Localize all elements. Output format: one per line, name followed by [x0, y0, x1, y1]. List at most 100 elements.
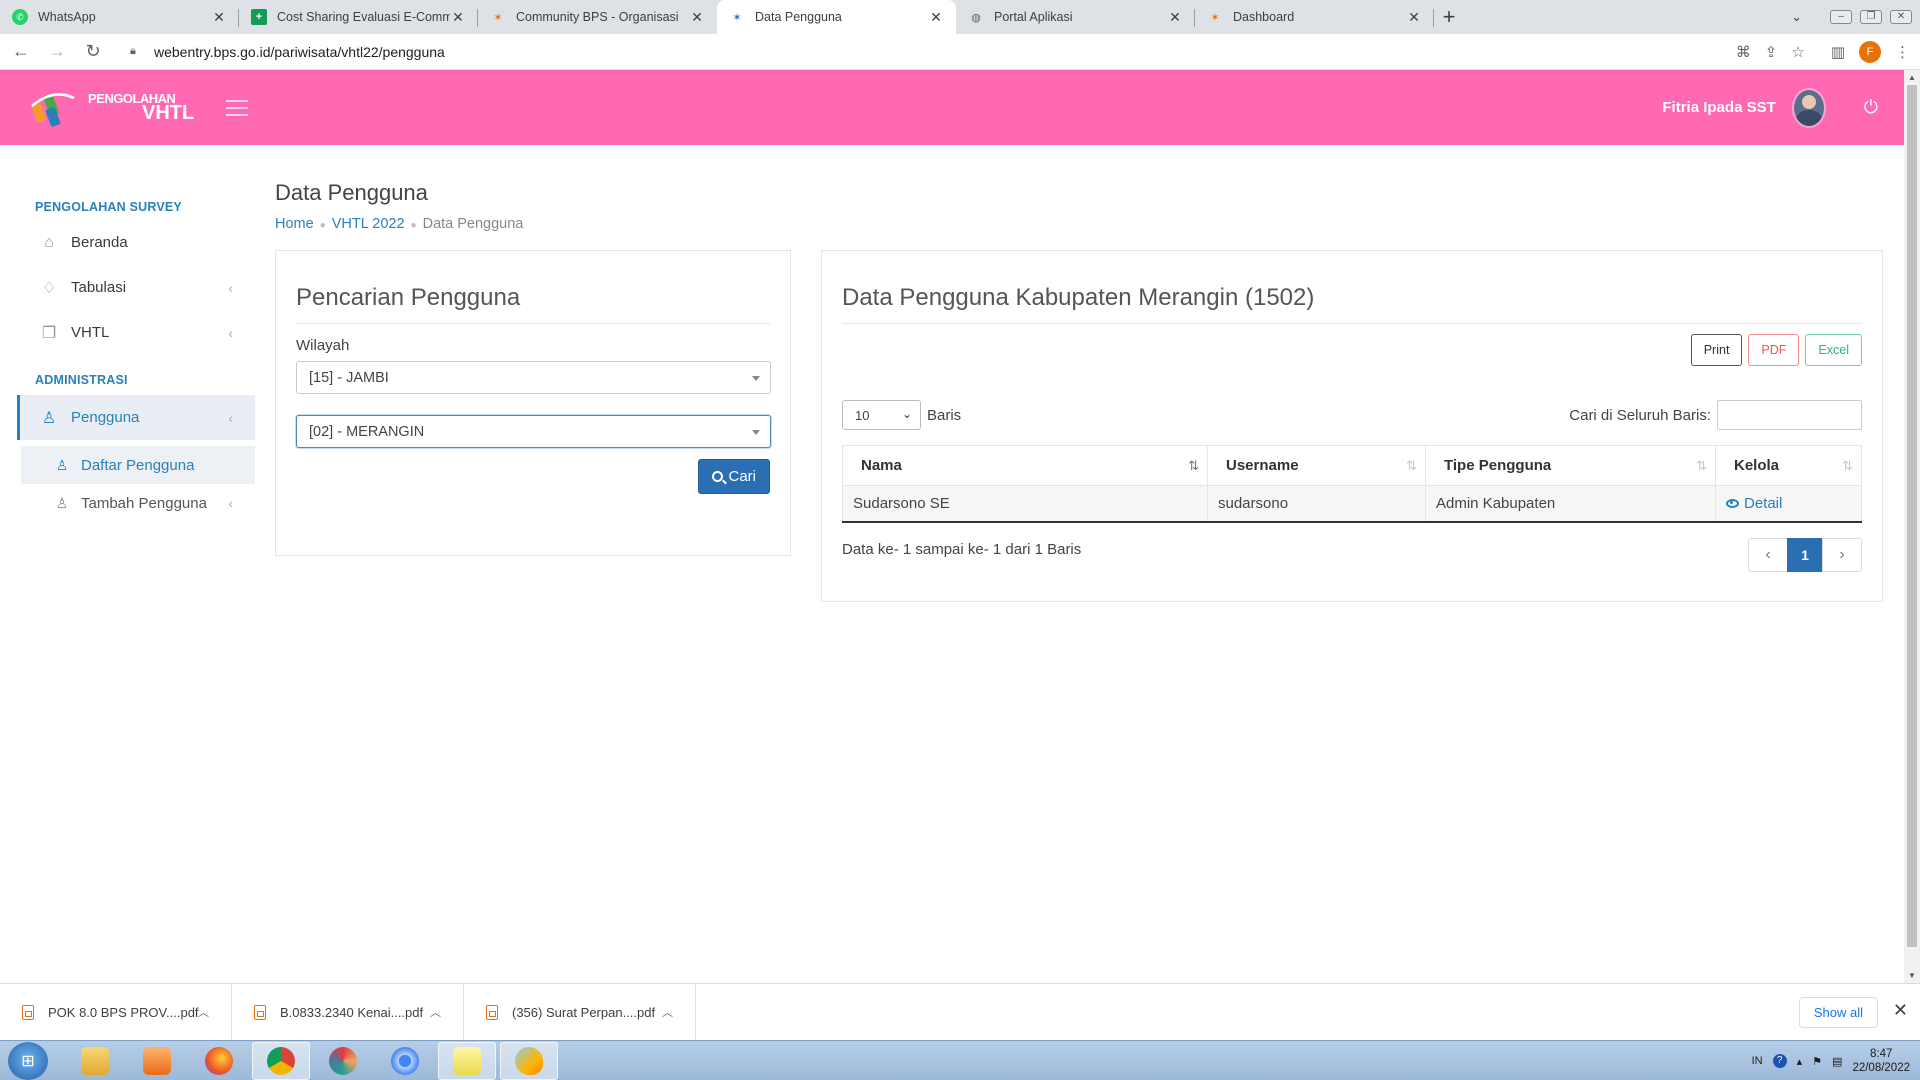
- regency-select[interactable]: [02] - MERANGIN: [296, 415, 771, 448]
- column-header-nama[interactable]: Nama ⇅: [842, 445, 1208, 486]
- print-button[interactable]: Print: [1690, 334, 1743, 366]
- filter-input[interactable]: [1717, 400, 1862, 430]
- clock[interactable]: 8:47 22/08/2022: [1852, 1047, 1910, 1075]
- taskbar-chrome[interactable]: [252, 1041, 310, 1080]
- menu-kebab-icon[interactable]: ⋮: [1895, 43, 1910, 61]
- lock-icon[interactable]: 🔒︎: [130, 45, 144, 59]
- address-bar[interactable]: 🔒︎ webentry.bps.go.id/pariwisata/vhtl22/…: [118, 38, 1698, 66]
- network-icon[interactable]: ▤: [1832, 1055, 1842, 1068]
- chrome-icon: [391, 1046, 419, 1075]
- chevron-up-icon[interactable]: ︿: [198, 1004, 209, 1020]
- column-header-label: Nama: [861, 457, 902, 474]
- help-icon[interactable]: ?: [1772, 1054, 1787, 1068]
- sticky-notes-icon: [453, 1046, 481, 1075]
- chevron-up-icon[interactable]: ︿: [662, 1004, 673, 1020]
- chevron-down-icon: ⌄: [901, 407, 912, 421]
- chevron-up-icon[interactable]: ︿: [430, 1004, 441, 1020]
- share-icon[interactable]: ⇪: [1765, 43, 1778, 61]
- pagination-prev[interactable]: ‹: [1748, 538, 1788, 572]
- page-length-select[interactable]: 10 ⌄: [842, 400, 921, 430]
- export-buttons: Print PDF Excel: [1690, 334, 1862, 366]
- breadcrumb-vhtl[interactable]: VHTL 2022: [332, 216, 405, 232]
- show-all-downloads-button[interactable]: Show all: [1798, 997, 1878, 1028]
- excel-button[interactable]: Excel: [1805, 334, 1862, 366]
- column-header-tipe[interactable]: Tipe Pengguna ⇅: [1425, 445, 1716, 486]
- tab-whatsapp[interactable]: ✆ WhatsApp ✕: [0, 0, 239, 34]
- scrollbar-thumb[interactable]: [1907, 85, 1917, 947]
- close-tab-icon[interactable]: ✕: [928, 9, 944, 26]
- scroll-up-icon[interactable]: ▲: [1908, 73, 1916, 82]
- close-tab-icon[interactable]: ✕: [211, 9, 227, 26]
- bookmark-star-icon[interactable]: ☆: [1791, 43, 1804, 61]
- tab-portal-aplikasi[interactable]: ◍ Portal Aplikasi ✕: [956, 0, 1195, 34]
- pdf-file-icon: [486, 1004, 498, 1020]
- close-tab-icon[interactable]: ✕: [450, 9, 466, 26]
- taskbar-app[interactable]: [314, 1042, 372, 1080]
- close-tab-icon[interactable]: ✕: [1406, 9, 1422, 26]
- user-name[interactable]: Fitria Ipada SST: [1662, 99, 1775, 116]
- scroll-down-icon[interactable]: ▼: [1908, 971, 1916, 980]
- action-center-flag-icon[interactable]: ⚑: [1812, 1055, 1822, 1068]
- tab-search-icon[interactable]: ⌄: [1791, 9, 1802, 25]
- pagination-next[interactable]: ›: [1822, 538, 1862, 572]
- close-downloads-icon[interactable]: ✕: [1893, 1000, 1908, 1021]
- cell-username: sudarsono: [1207, 485, 1426, 523]
- sidebar-item-vhtl[interactable]: ❐ VHTL ‹: [17, 310, 255, 355]
- sidebar-item-pengguna[interactable]: ♙ Pengguna ‹: [17, 395, 255, 440]
- download-item[interactable]: POK 8.0 BPS PROV....pdf ︿: [0, 983, 232, 1041]
- tab-title: Community BPS - Organisasi: [516, 10, 679, 24]
- logout-power-icon[interactable]: ⏻: [1864, 97, 1878, 118]
- close-tab-icon[interactable]: ✕: [689, 9, 705, 26]
- sidebar-item-beranda[interactable]: ⌂ Beranda: [17, 220, 255, 265]
- profile-avatar[interactable]: F: [1859, 41, 1881, 63]
- close-window-button[interactable]: ✕: [1890, 10, 1912, 24]
- taskbar-media-player[interactable]: [128, 1042, 186, 1080]
- tab-cost-sharing[interactable]: + Cost Sharing Evaluasi E-Commerce ✕: [239, 0, 478, 34]
- column-header-username[interactable]: Username ⇅: [1207, 445, 1426, 486]
- search-button[interactable]: Cari: [698, 459, 770, 494]
- language-indicator[interactable]: IN: [1752, 1055, 1763, 1067]
- pdf-button[interactable]: PDF: [1748, 334, 1800, 366]
- pagination: ‹ 1 ›: [1748, 538, 1862, 572]
- forward-icon[interactable]: →: [42, 37, 72, 67]
- tab-dashboard[interactable]: ✶ Dashboard ✕: [1195, 0, 1434, 34]
- taskbar-paint[interactable]: [500, 1041, 558, 1080]
- reload-icon[interactable]: ↻: [78, 37, 108, 67]
- user-avatar[interactable]: [1791, 87, 1826, 128]
- minimize-button[interactable]: –: [1830, 10, 1852, 24]
- sidebar-subitem-tambah-pengguna[interactable]: ♙ Tambah Pengguna ‹: [21, 484, 255, 522]
- tab-community-bps[interactable]: ✶ Community BPS - Organisasi ✕: [478, 0, 717, 34]
- menu-toggle-icon[interactable]: [226, 99, 249, 116]
- taskbar-sticky-notes[interactable]: [438, 1041, 496, 1080]
- app-logo[interactable]: PENGOLAHAN VHTL: [28, 86, 194, 130]
- sidebar-subitem-daftar-pengguna[interactable]: ♙ Daftar Pengguna: [21, 446, 255, 484]
- detail-link[interactable]: Detail: [1726, 495, 1782, 512]
- detail-link-label: Detail: [1744, 494, 1783, 512]
- table-info: Data ke- 1 sampai ke- 1 dari 1 Baris: [842, 541, 1082, 558]
- back-icon[interactable]: ←: [6, 37, 36, 67]
- breadcrumb-home[interactable]: Home: [275, 216, 314, 232]
- sidebar-item-tabulasi[interactable]: ♢ Tabulasi ‹: [17, 265, 255, 310]
- cell-tipe: Admin Kabupaten: [1425, 485, 1716, 523]
- download-item[interactable]: B.0833.2340 Kenai....pdf ︿: [232, 983, 464, 1041]
- copy-icon: ❐: [41, 324, 57, 342]
- page-scrollbar[interactable]: ▲ ▼: [1904, 70, 1920, 983]
- dropdown-caret-icon: [752, 430, 760, 435]
- tray-expand-icon[interactable]: ▴: [1797, 1055, 1803, 1068]
- close-tab-icon[interactable]: ✕: [1167, 9, 1183, 26]
- province-select[interactable]: [15] - JAMBI: [296, 361, 771, 394]
- tab-data-pengguna[interactable]: ✶ Data Pengguna ✕: [717, 0, 956, 34]
- translate-icon[interactable]: ⌘: [1736, 43, 1751, 61]
- new-tab-button[interactable]: +: [1434, 0, 1464, 34]
- restore-button[interactable]: ❐: [1860, 10, 1882, 24]
- table-header-row: Nama ⇅ Username ⇅ Tipe Pengguna ⇅ Kelola ⇅: [842, 445, 1862, 486]
- taskbar-firefox[interactable]: [190, 1042, 248, 1080]
- taskbar-chrome-2[interactable]: [376, 1042, 434, 1080]
- pagination-page[interactable]: 1: [1787, 538, 1823, 572]
- download-item[interactable]: (356) Surat Perpan....pdf ︿: [464, 983, 696, 1041]
- side-panel-icon[interactable]: ▥: [1831, 43, 1845, 61]
- column-header-kelola[interactable]: Kelola ⇅: [1715, 445, 1862, 486]
- start-button[interactable]: ⊞: [8, 1041, 48, 1080]
- taskbar-explorer[interactable]: [66, 1042, 124, 1080]
- chevron-left-icon: ‹: [228, 324, 233, 341]
